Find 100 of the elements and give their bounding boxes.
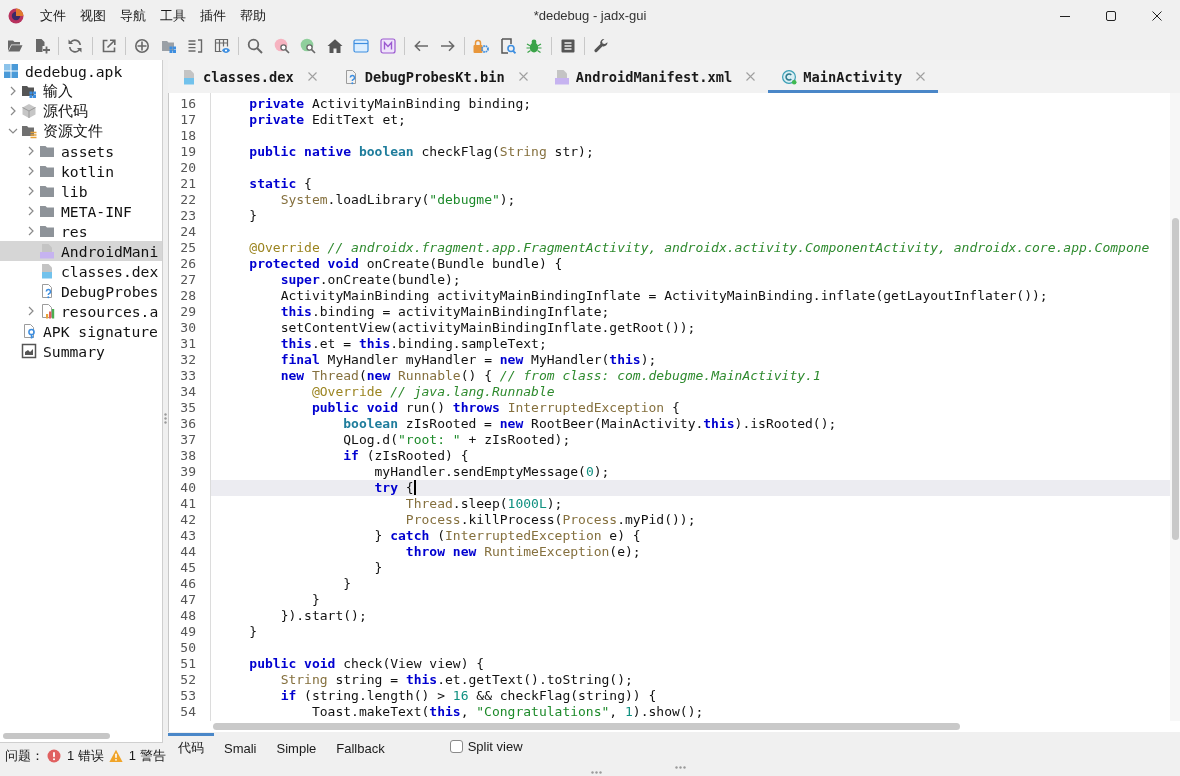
line-number: 32 <box>180 352 196 367</box>
close-icon[interactable] <box>307 72 317 81</box>
line-number: 44 <box>180 544 196 559</box>
tree-item[interactable]: 源代码 <box>0 101 162 121</box>
menu-item[interactable]: 视图 <box>73 4 113 27</box>
editor-tab[interactable]: AndroidManifest.xml <box>540 60 769 93</box>
magnifier-icon[interactable] <box>300 37 317 54</box>
magnifier-icon[interactable] <box>273 37 290 54</box>
tree-item[interactable]: assets <box>0 141 162 161</box>
view-tab[interactable]: 代码 <box>168 733 214 763</box>
tree-item[interactable]: 输入 <box>0 81 162 101</box>
menu-item[interactable]: 工具 <box>153 4 193 27</box>
list-box-icon[interactable] <box>559 37 576 54</box>
checkbox[interactable] <box>449 740 463 753</box>
code-line: private ActivityMainBinding binding; <box>249 96 532 111</box>
line-number: 22 <box>180 192 196 207</box>
line-number: 29 <box>180 304 196 319</box>
bug-icon[interactable] <box>526 37 543 54</box>
search-icon[interactable] <box>247 37 264 54</box>
line-number: 25 <box>180 240 196 255</box>
tree-item[interactable]: APK signature <box>0 321 162 341</box>
table-eye-icon[interactable] <box>213 37 230 54</box>
error-icon <box>47 749 61 763</box>
window-icon[interactable] <box>353 37 370 54</box>
close-icon[interactable] <box>518 72 528 81</box>
add-file-icon[interactable] <box>33 37 50 54</box>
chevron-icon[interactable] <box>10 86 16 96</box>
line-number: 47 <box>180 592 196 607</box>
view-tab[interactable]: Smali <box>214 733 267 763</box>
tiles-icon <box>3 63 19 79</box>
code-line: public native boolean checkFlag(String str); <box>249 144 594 159</box>
view-tab[interactable]: Simple <box>266 733 327 763</box>
close-icon[interactable] <box>916 72 926 81</box>
chevron-icon[interactable] <box>28 226 34 236</box>
chevron-icon[interactable] <box>28 166 34 176</box>
scrollbar-thumb[interactable] <box>213 723 960 730</box>
line-number: 20 <box>180 160 196 175</box>
list-icon[interactable] <box>187 37 204 54</box>
menu-item[interactable]: 帮助 <box>233 4 273 27</box>
code-line: if (string.length() > 16 && checkFlag(string)) { <box>280 688 657 703</box>
line-number: 50 <box>180 640 196 655</box>
export-icon[interactable] <box>100 37 117 54</box>
tree-item[interactable]: lib <box>0 181 162 201</box>
chevron-icon[interactable] <box>28 306 34 316</box>
code-line: Thread.sleep(1000L); <box>405 496 563 511</box>
tree-item[interactable]: res <box>0 221 162 241</box>
crosshair-icon[interactable] <box>134 37 151 54</box>
editor-tab[interactable]: classes.dex <box>168 60 330 93</box>
scrollbar-thumb[interactable] <box>1172 218 1179 540</box>
error-count[interactable]: 1 错误 <box>67 747 104 765</box>
tree-item[interactable]: AndroidMani <box>0 241 162 261</box>
checkbox-label[interactable]: Split view <box>467 739 523 754</box>
chevron-icon[interactable] <box>28 146 34 156</box>
letter-square-icon[interactable] <box>379 37 396 54</box>
line-number: 23 <box>180 208 196 223</box>
tree-item[interactable]: 资源文件 <box>0 121 162 141</box>
tree-item[interactable]: dedebug.apk <box>0 61 162 81</box>
line-number: 53 <box>180 688 196 703</box>
warning-count[interactable]: 1 警告 <box>128 747 166 765</box>
menu-item[interactable]: 插件 <box>193 4 233 27</box>
editor-tab[interactable]: DebugProbesKt.bin <box>329 60 541 93</box>
chevron-icon[interactable] <box>8 128 18 134</box>
grip-icon[interactable] <box>591 771 602 774</box>
grip-icon[interactable] <box>164 412 167 424</box>
code-line: try { <box>374 480 414 495</box>
view-tab[interactable]: Fallback <box>326 733 395 763</box>
line-number: 35 <box>180 400 196 415</box>
line-number: 19 <box>180 144 196 159</box>
tree-item[interactable]: classes.dex <box>0 261 162 281</box>
code-line: System.loadLibrary("debugme"); <box>280 192 516 207</box>
code-line: @Override // java.lang.Runnable <box>311 384 555 399</box>
scrollbar-thumb[interactable] <box>3 733 110 739</box>
document-icon <box>39 243 55 259</box>
tree-item[interactable]: DebugProbes <box>0 281 162 301</box>
folder-icon <box>39 143 55 159</box>
menu-item[interactable]: 导航 <box>113 4 153 27</box>
line-number: 42 <box>180 512 196 527</box>
tree-item[interactable]: Summary <box>0 341 162 361</box>
code-line: final MyHandler myHandler = new MyHandler(this); <box>280 352 657 367</box>
tree-item[interactable]: kotlin <box>0 161 162 181</box>
chevron-icon[interactable] <box>10 106 16 116</box>
close-icon[interactable] <box>746 72 756 81</box>
wrench-icon[interactable] <box>593 37 610 54</box>
refresh-icon[interactable] <box>67 37 84 54</box>
lock-gear-icon[interactable] <box>473 37 490 54</box>
document-icon <box>39 263 55 279</box>
chevron-icon[interactable] <box>28 186 34 196</box>
folder-icon <box>39 163 55 179</box>
home-icon[interactable] <box>326 37 343 54</box>
code-line: throw new RuntimeException(e); <box>405 544 641 559</box>
document-magnifier-icon[interactable] <box>499 37 516 54</box>
warning-icon <box>108 749 123 763</box>
line-number: 16 <box>180 96 196 111</box>
key-document-icon <box>21 323 37 339</box>
chevron-icon[interactable] <box>28 206 34 216</box>
menu-item[interactable]: 文件 <box>33 4 73 27</box>
code-line: public void run() throws InterruptedException { <box>311 400 680 415</box>
tree-item[interactable]: resources.a <box>0 301 162 321</box>
tree-item[interactable]: META-INF <box>0 201 162 221</box>
grip-icon[interactable] <box>675 766 686 769</box>
